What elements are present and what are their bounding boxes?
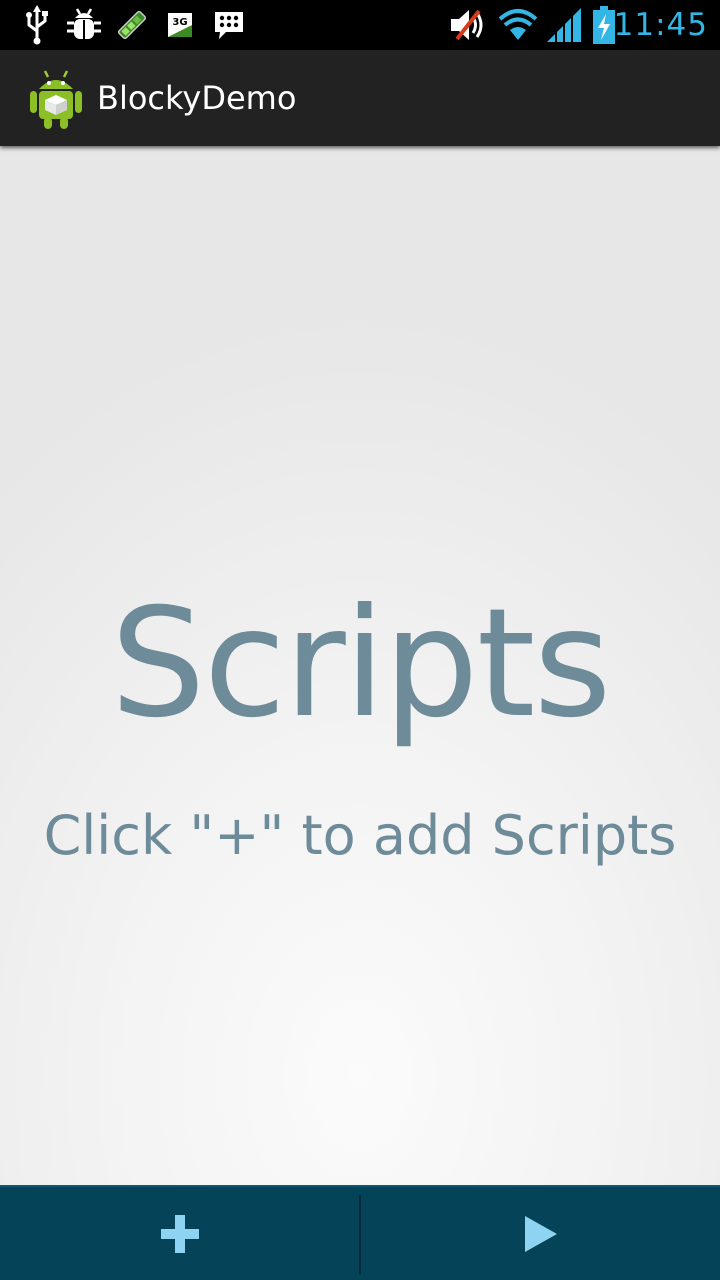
download-icon <box>114 0 150 50</box>
android-cube-icon[interactable] <box>28 68 84 130</box>
screen: 3G 11:45 BlockyDemo Scripts Click "+" to… <box>0 0 720 1280</box>
svg-text:3G: 3G <box>172 17 187 28</box>
signal-icon <box>544 0 584 50</box>
mute-icon <box>448 0 490 50</box>
wifi-icon <box>496 0 540 50</box>
bottom-action-bar <box>0 1185 720 1280</box>
network-3g-icon: 3G <box>164 0 196 50</box>
plus-icon <box>160 1214 199 1253</box>
status-bar: 3G 11:45 <box>0 0 720 50</box>
app-title: BlockyDemo <box>97 79 297 117</box>
bbm-icon <box>210 0 248 50</box>
clock: 11:45 <box>613 7 708 43</box>
empty-title: Scripts <box>110 577 611 751</box>
usb-icon <box>20 0 54 50</box>
empty-hint: Click "+" to add Scripts <box>43 804 677 867</box>
add-script-button[interactable] <box>0 1187 359 1280</box>
action-bar: BlockyDemo <box>0 50 720 146</box>
scripts-empty-view: Scripts Click "+" to add Scripts <box>0 146 720 1185</box>
debug-icon <box>64 0 104 50</box>
play-icon <box>524 1215 557 1252</box>
run-script-button[interactable] <box>361 1187 720 1280</box>
